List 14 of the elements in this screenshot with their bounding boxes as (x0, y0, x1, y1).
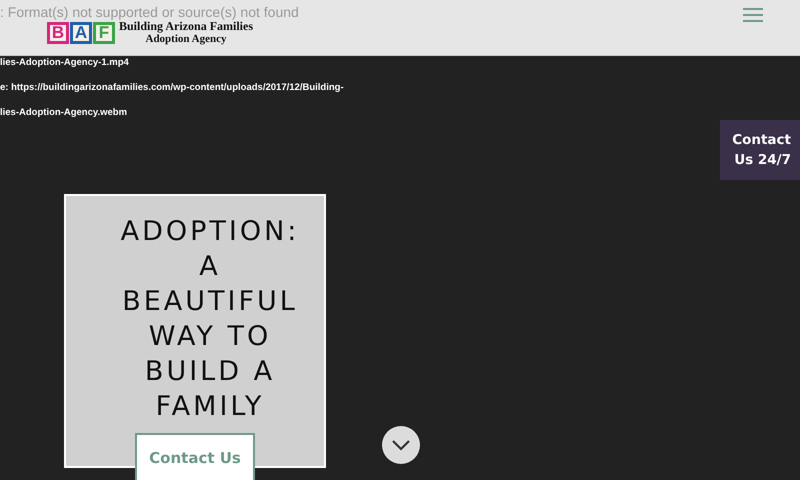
scroll-down-button[interactable] (382, 426, 420, 464)
logo-subtitle: Adoption Agency (146, 33, 226, 45)
chevron-down-icon (391, 439, 411, 451)
contact-tab[interactable]: Contact Us 24/7 (720, 120, 800, 180)
error-message: e: https://buildingarizonafamilies.com/wp-content/uploads/2017/12/Building- (0, 81, 344, 95)
menu-icon[interactable] (742, 6, 764, 22)
hero-heading: ADOPTION: A BEAUTIFUL WAY TO BUILD A FAMILY (120, 215, 300, 424)
logo-block: F (93, 22, 115, 44)
logo-block: B (47, 22, 69, 44)
logo-name: Building Arizona Families (119, 20, 254, 33)
error-message: lies-Adoption-Agency.webm (0, 106, 128, 120)
logo-block: A (70, 22, 92, 44)
error-message: : Format(s) not supported or source(s) not found (0, 4, 299, 20)
error-message: lies-Adoption-Agency-1.mp4 (0, 56, 129, 70)
